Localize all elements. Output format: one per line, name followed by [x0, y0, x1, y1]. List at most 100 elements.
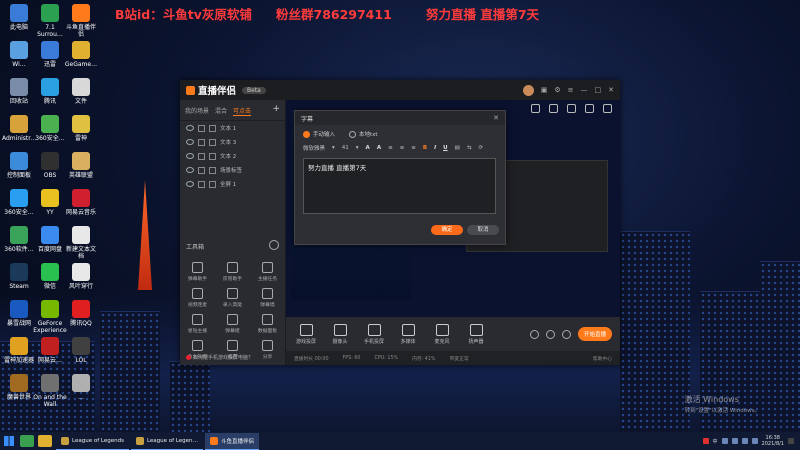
desktop-icon[interactable]: 360安全…	[2, 189, 36, 216]
radio-local-txt[interactable]: 本地txt	[349, 130, 378, 138]
cancel-button[interactable]: 取消	[467, 225, 499, 235]
italic-icon[interactable]: I	[434, 145, 436, 151]
dropdown-icon[interactable]: ▾	[332, 145, 335, 151]
visibility-icon[interactable]	[186, 181, 194, 187]
desktop-icon[interactable]: 魔兽世界	[2, 374, 36, 401]
tab-mix[interactable]: 混合	[215, 106, 227, 116]
source-button[interactable]: 扬声器	[462, 323, 490, 345]
visibility-icon[interactable]	[186, 139, 194, 145]
source-button[interactable]: 手机投屏	[360, 323, 388, 345]
start-button[interactable]	[0, 432, 18, 450]
align-right-icon[interactable]: ≡	[411, 145, 416, 151]
desktop-icon[interactable]: 7.1 Surrou…	[33, 4, 67, 38]
tray-app-icon[interactable]	[721, 438, 728, 444]
scene-item[interactable]: 文本 3	[180, 135, 285, 149]
pinned-app-icon[interactable]	[20, 435, 34, 447]
tray-app-icon[interactable]	[731, 438, 738, 444]
font-family-select[interactable]: 微软雅黑	[303, 144, 325, 152]
bell-icon[interactable]	[585, 104, 594, 113]
toolbox-item[interactable]: 星钻主播	[180, 312, 215, 334]
align-center-icon[interactable]: ≡	[400, 145, 405, 151]
tab-my-scenes[interactable]: 我的场景	[185, 106, 209, 116]
source-button[interactable]: 麦克风	[428, 323, 456, 345]
desktop-icon[interactable]: 360软件…	[2, 226, 36, 253]
dialog-close-icon[interactable]: ✕	[493, 114, 499, 122]
minimize-icon[interactable]: —	[581, 86, 588, 94]
version-badge[interactable]: Beta	[242, 86, 266, 94]
lock-icon[interactable]	[198, 138, 205, 146]
source-button[interactable]: 多媒体	[394, 323, 422, 345]
desktop-icon[interactable]: YY	[33, 189, 67, 216]
eye-icon[interactable]	[545, 329, 555, 339]
desktop-icon[interactable]: GeGame…	[64, 41, 98, 68]
toolbox-item[interactable]: 房管助手	[215, 260, 250, 282]
visibility-icon[interactable]	[186, 167, 194, 173]
desktop-icon[interactable]: GeForce Experience	[33, 300, 67, 334]
lock-icon[interactable]	[531, 104, 540, 113]
desktop-icon[interactable]: Administr…	[2, 115, 37, 142]
ok-button[interactable]: 确定	[431, 225, 463, 235]
radio-manual-input[interactable]: 手动输入	[303, 130, 335, 138]
lock-icon[interactable]	[198, 152, 205, 160]
layers-icon[interactable]	[549, 104, 558, 113]
bg-color-icon[interactable]: A	[377, 145, 381, 151]
camera-settings-icon[interactable]	[529, 329, 539, 339]
desktop-icon[interactable]: 斗鱼直播伴侣	[64, 4, 98, 38]
font-size-select[interactable]: 41	[342, 145, 349, 151]
scene-item[interactable]: 文本 2	[180, 149, 285, 163]
app-title-bar[interactable]: 直播伴侣 Beta ▣ ⚙ ≡ — □ ✕	[180, 80, 620, 100]
toolbox-item[interactable]: 主播任务	[250, 260, 285, 282]
taskbar-task[interactable]: League of Legen…	[130, 433, 204, 450]
message-icon[interactable]: ▣	[541, 86, 548, 94]
tray-app-icon[interactable]	[702, 438, 709, 444]
desktop-icon[interactable]: Wi…	[2, 41, 36, 68]
desktop-icon[interactable]: 文件	[64, 78, 98, 105]
user-avatar[interactable]	[522, 84, 534, 96]
gear-icon[interactable]	[561, 329, 571, 339]
align-left-icon[interactable]: ≡	[388, 145, 393, 151]
desktop-icon[interactable]: 腾讯QQ	[64, 300, 98, 327]
fullscreen-icon[interactable]	[603, 104, 612, 113]
lock-icon[interactable]	[198, 166, 205, 174]
effects-icon[interactable]: ▤	[455, 145, 460, 151]
taskbar-task[interactable]: 斗鱼直播伴侣	[205, 432, 260, 450]
desktop-icon[interactable]: 风叶穿行	[64, 263, 98, 290]
visibility-icon[interactable]	[186, 153, 194, 159]
desktop-icon[interactable]: 迅雷	[33, 41, 67, 68]
scene-item[interactable]: 文本 1	[180, 121, 285, 135]
desktop-icon[interactable]: 微信	[33, 263, 67, 290]
desktop-icon[interactable]: 雷神	[64, 115, 98, 142]
desktop-icon[interactable]: 英雄联盟	[64, 152, 98, 179]
scroll-icon[interactable]: ⇆	[467, 145, 472, 151]
taskbar-task[interactable]: League of Legends	[56, 433, 129, 450]
scene-item[interactable]: 场景标签	[180, 163, 285, 177]
volume-icon[interactable]	[751, 438, 758, 444]
desktop-icon[interactable]: 暴雪战网	[2, 300, 36, 327]
desktop-icon[interactable]: …	[64, 374, 98, 401]
add-scene-button[interactable]: +	[272, 105, 280, 116]
toolbox-item[interactable]: 弹幕姬	[215, 312, 250, 334]
help-tip[interactable]: 如何把手机游戏投屏电脑？	[186, 354, 253, 361]
toolbox-item[interactable]: 视频连麦	[180, 286, 215, 308]
notification-icon[interactable]	[788, 438, 794, 444]
visibility-icon[interactable]	[186, 125, 194, 131]
desktop-icon[interactable]: 腾讯	[33, 78, 67, 105]
desktop-icon[interactable]: 此电脑	[2, 4, 36, 31]
desktop-icon[interactable]: 雷神加速器	[2, 337, 36, 364]
desktop-icon[interactable]: Steam	[2, 263, 36, 290]
toolbox-item[interactable]: 录入高能	[215, 286, 250, 308]
tab-clickable[interactable]: 可点击	[233, 106, 252, 116]
subtitle-dialog[interactable]: 字幕 ✕ 手动输入 本地txt 微软雅黑 ▾ 41 ▾ A A ≡ ≡ ≡ B …	[294, 110, 506, 245]
file-explorer-icon[interactable]	[38, 435, 52, 447]
font-color-icon[interactable]: A	[366, 145, 370, 151]
desktop-icon[interactable]: On and the Wall	[33, 374, 67, 408]
reset-icon[interactable]: ⟳	[478, 145, 483, 151]
desktop-icon[interactable]: 网易云…	[33, 337, 67, 364]
desktop-icon[interactable]: 网易云音乐	[64, 189, 98, 216]
desktop-icon[interactable]: LOL	[64, 337, 98, 364]
desktop-icon[interactable]: 新建文本文档	[64, 226, 98, 260]
desktop-icon[interactable]: 360安全…	[33, 115, 67, 142]
toolbox-settings-icon[interactable]	[269, 240, 279, 250]
lock-icon[interactable]	[198, 124, 205, 132]
help-center-link[interactable]: 帮助中心	[593, 355, 612, 362]
